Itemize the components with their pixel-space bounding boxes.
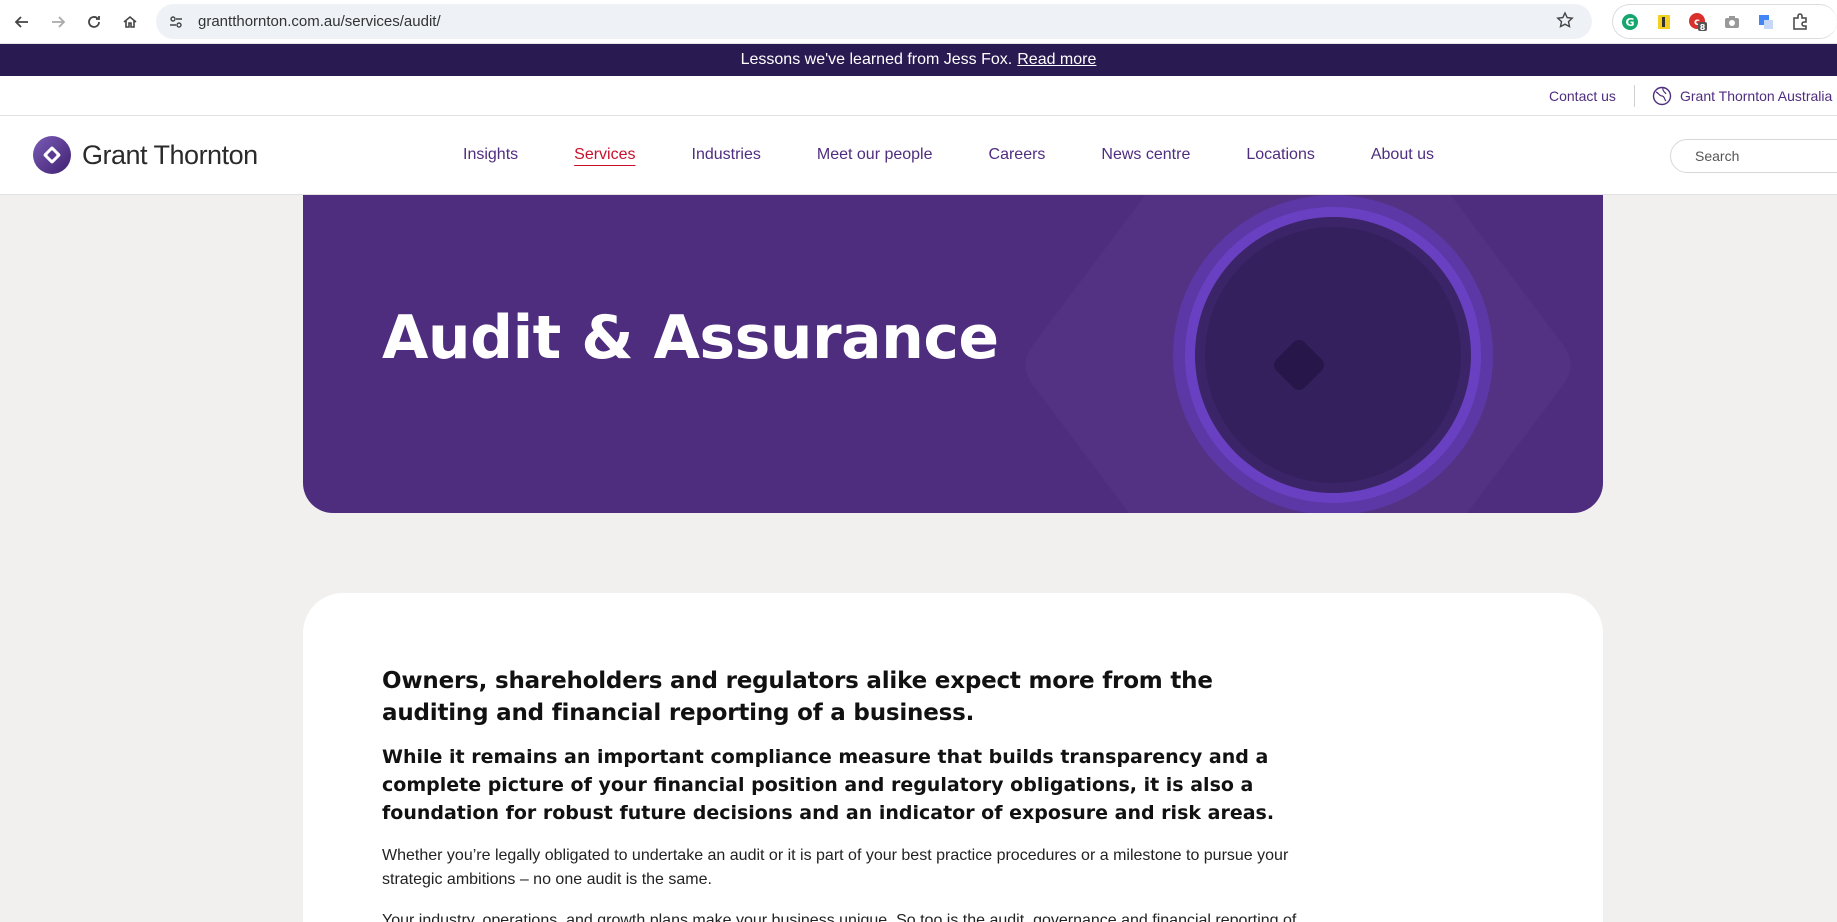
extensions-puzzle-icon[interactable] (1789, 11, 1811, 33)
extensions-area: G c8 (1612, 4, 1837, 39)
nav-insights[interactable]: Insights (463, 146, 518, 164)
contact-us-link[interactable]: Contact us (1549, 88, 1616, 104)
body-paragraph-1: Whether you’re legally obligated to unde… (382, 847, 1289, 888)
svg-text:G: G (1625, 16, 1634, 29)
back-icon[interactable] (4, 4, 40, 40)
nav-careers[interactable]: Careers (989, 146, 1046, 164)
camera-extension-icon[interactable] (1721, 11, 1743, 33)
site-info-icon[interactable] (166, 14, 186, 30)
nav-industries[interactable]: Industries (692, 146, 761, 164)
nav-about-us[interactable]: About us (1371, 146, 1434, 164)
highlighter-extension-icon[interactable] (1653, 11, 1675, 33)
read-more-link[interactable]: Read more (1017, 51, 1096, 69)
reload-icon[interactable] (76, 4, 112, 40)
forward-icon[interactable] (40, 4, 76, 40)
utility-divider (1634, 85, 1635, 107)
announcement-banner: Lessons we've learned from Jess Fox. Rea… (0, 44, 1837, 76)
address-bar[interactable]: grantthornton.com.au/services/audit/ (156, 4, 1592, 39)
utility-bar: Contact us Grant Thornton Australia (0, 76, 1837, 116)
main-header: Grant Thornton Insights Services Industr… (0, 116, 1837, 195)
nav-services[interactable]: Services (574, 146, 635, 164)
content-card: Owners, shareholders and regulators alik… (303, 593, 1603, 922)
bookmark-star-icon[interactable] (1556, 11, 1574, 34)
hero-banner: Audit & Assurance (303, 195, 1603, 513)
url-text[interactable]: grantthornton.com.au/services/audit/ (198, 13, 441, 30)
globe-icon (1652, 86, 1672, 106)
hero-decorative-graphic (1025, 195, 1571, 513)
region-selector[interactable]: Grant Thornton Australia (1652, 86, 1832, 106)
search-input[interactable]: Search (1670, 139, 1837, 173)
nav-meet-our-people[interactable]: Meet our people (817, 146, 933, 164)
svg-text:8: 8 (1700, 23, 1706, 32)
region-label: Grant Thornton Australia (1680, 88, 1833, 104)
intro-lead: Owners, shareholders and regulators alik… (382, 668, 1213, 726)
nav-locations[interactable]: Locations (1246, 146, 1315, 164)
translate-extension-icon[interactable] (1755, 11, 1777, 33)
home-icon[interactable] (112, 4, 148, 40)
nav-news-centre[interactable]: News centre (1101, 146, 1190, 164)
announcement-text: Lessons we've learned from Jess Fox. (740, 51, 1013, 68)
intro-subhead: While it remains an important compliance… (382, 746, 1275, 824)
browser-toolbar: grantthornton.com.au/services/audit/ G c… (0, 0, 1837, 44)
body-paragraph-2: Your industry, operations, and growth pl… (382, 912, 1297, 922)
page-title: Audit & Assurance (382, 303, 999, 373)
logo-mark-icon (33, 136, 71, 174)
primary-nav: Insights Services Industries Meet our pe… (463, 146, 1434, 164)
grant-thornton-logo[interactable]: Grant Thornton (32, 135, 258, 175)
grammarly-extension-icon[interactable]: G (1619, 11, 1641, 33)
search-placeholder: Search (1695, 148, 1740, 164)
adblock-extension-icon[interactable]: c8 (1687, 11, 1709, 33)
logo-wordmark: Grant Thornton (82, 139, 258, 170)
